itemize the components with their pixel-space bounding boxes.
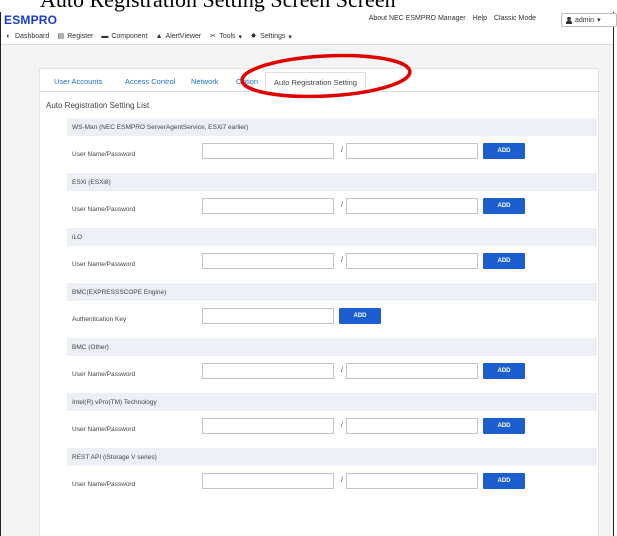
chevron-down-icon: ▾ [288, 33, 292, 41]
username-input[interactable] [202, 253, 334, 269]
browser-frame: ESMPRO About NEC ESMPRO Manager Help Cla… [0, 12, 617, 536]
content-area: User Accounts Access Control Network Opt… [1, 45, 613, 536]
user-name: admin [575, 16, 595, 24]
username-input[interactable] [202, 143, 334, 159]
caption-fragment: Auto Registration Setting Screen Screen [40, 0, 396, 12]
nav-dashboard[interactable]: ◐ Dashboard [5, 33, 49, 40]
password-input[interactable] [346, 473, 478, 489]
tab-access-control[interactable]: Access Control [125, 77, 175, 86]
about-link[interactable]: About NEC ESMPRO Manager [369, 15, 466, 22]
user-menu[interactable]: admin ▾ [561, 13, 617, 27]
dashboard-icon: ◐ [6, 33, 11, 40]
separator: / [341, 147, 343, 154]
tab-option[interactable]: Option [236, 77, 258, 86]
user-icon [566, 16, 572, 24]
password-input[interactable] [346, 198, 478, 214]
row-label: User Name/Password [72, 371, 136, 378]
add-button[interactable]: ADD [483, 198, 525, 214]
row-label: User Name/Password [72, 426, 136, 433]
group-row: User Name/Password / ADD [67, 246, 597, 283]
nav-register-label: Register [67, 33, 94, 40]
nav-tools-label: Tools [219, 33, 236, 40]
authentication-key-input[interactable] [202, 308, 334, 324]
username-input[interactable] [202, 198, 334, 214]
nav-component[interactable]: ▬ Component [101, 33, 147, 40]
group-row: Authentication Key ADD [67, 301, 597, 338]
component-icon: ▬ [101, 33, 109, 40]
group-header: iLO [67, 228, 597, 246]
nav-settings-label: Settings [260, 33, 286, 40]
group-intel-vpro: Intel(R) vPro(TM) Technology User Name/P… [67, 393, 597, 448]
tab-auto-registration-setting[interactable]: Auto Registration Setting [265, 72, 366, 93]
group-row: User Name/Password / ADD [67, 466, 597, 503]
caption-strip: Auto Registration Setting Screen Screen [0, 0, 617, 12]
classic-mode-link[interactable]: Classic Mode [494, 15, 536, 22]
row-label: User Name/Password [72, 261, 136, 268]
nav-tools[interactable]: ✂ Tools ▾ [209, 33, 242, 41]
row-label: Authentication Key [72, 316, 127, 323]
separator: / [341, 477, 343, 484]
separator: / [341, 422, 343, 429]
group-header: BMC(EXPRESSSCOPE Engine) [67, 283, 597, 301]
settings-icon: ✸ [250, 33, 257, 40]
settings-panel: User Accounts Access Control Network Opt… [39, 68, 600, 536]
group-header: WS-Man (NEC ESMPRO ServerAgentService, E… [67, 118, 597, 136]
group-row: User Name/Password / ADD [67, 356, 597, 393]
username-input[interactable] [202, 363, 334, 379]
top-links: About NEC ESMPRO Manager Help Classic Mo… [369, 15, 536, 22]
group-header: ESXi (ESXi8) [67, 173, 597, 191]
main-nav: ◐ Dashboard ▤ Register ▬ Component ▲ Ale… [1, 30, 613, 43]
group-bmc-other: BMC (Other) User Name/Password / ADD [67, 338, 597, 393]
row-label: User Name/Password [72, 151, 136, 158]
tools-icon: ✂ [209, 33, 216, 40]
group-row: User Name/Password / ADD [67, 191, 597, 228]
add-button[interactable]: ADD [483, 418, 525, 434]
add-button[interactable]: ADD [483, 143, 525, 159]
nav-component-label: Component [111, 33, 148, 40]
section-title: Auto Registration Setting List [46, 101, 150, 110]
alert-icon: ▲ [155, 33, 163, 40]
tab-network[interactable]: Network [191, 77, 219, 86]
group-esxi: ESXi (ESXi8) User Name/Password / ADD [67, 173, 597, 228]
password-input[interactable] [346, 143, 478, 159]
register-icon: ▤ [57, 33, 65, 40]
group-row: User Name/Password / ADD [67, 411, 597, 448]
separator: / [341, 367, 343, 374]
chevron-down-icon: ▾ [238, 33, 243, 41]
add-button[interactable]: ADD [339, 308, 381, 324]
nav-settings[interactable]: ✸ Settings ▾ [250, 33, 292, 41]
brand-logo[interactable]: ESMPRO [4, 13, 57, 27]
add-button[interactable]: ADD [483, 253, 525, 269]
add-button[interactable]: ADD [483, 363, 525, 379]
separator: / [341, 202, 343, 209]
group-header: REST API (iStorage V series) [67, 448, 597, 466]
nav-alertviewer-label: AlertViewer [165, 33, 202, 40]
username-input[interactable] [202, 418, 334, 434]
password-input[interactable] [346, 253, 478, 269]
nav-alertviewer[interactable]: ▲ AlertViewer [156, 33, 202, 40]
row-label: User Name/Password [72, 206, 136, 213]
group-ilo: iLO User Name/Password / ADD [67, 228, 597, 283]
username-input[interactable] [202, 473, 334, 489]
group-row: User Name/Password / ADD [67, 136, 597, 173]
group-bmc-expressscope: BMC(EXPRESSSCOPE Engine) Authentication … [67, 283, 597, 338]
tab-user-accounts[interactable]: User Accounts [54, 77, 102, 86]
password-input[interactable] [346, 418, 478, 434]
password-input[interactable] [346, 363, 478, 379]
row-label: User Name/Password [72, 481, 136, 488]
nav-dashboard-label: Dashboard [15, 33, 50, 40]
group-header: Intel(R) vPro(TM) Technology [67, 393, 597, 411]
top-bar: ESMPRO About NEC ESMPRO Manager Help Cla… [1, 12, 617, 30]
settings-tabs: User Accounts Access Control Network Opt… [40, 69, 600, 93]
separator: / [341, 257, 343, 264]
group-rest-api: REST API (iStorage V series) User Name/P… [67, 448, 597, 503]
nav-register[interactable]: ▤ Register [57, 33, 93, 40]
group-wsman: WS-Man (NEC ESMPRO ServerAgentService, E… [67, 118, 597, 173]
help-link[interactable]: Help [473, 15, 487, 22]
group-header: BMC (Other) [67, 338, 597, 356]
add-button[interactable]: ADD [483, 473, 525, 489]
chevron-down-icon: ▾ [597, 17, 601, 24]
